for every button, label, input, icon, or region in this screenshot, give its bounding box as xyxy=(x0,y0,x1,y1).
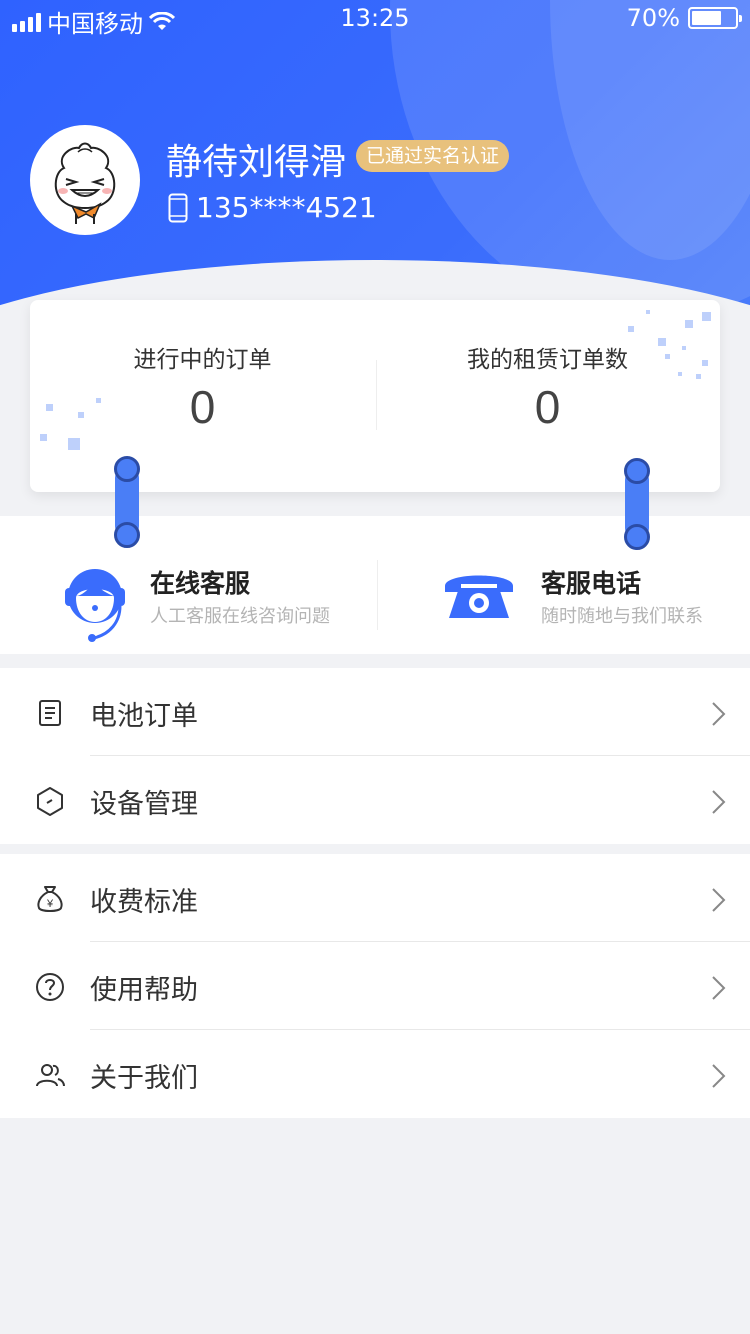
menu-item-battery-orders[interactable]: 电池订单 xyxy=(0,668,750,756)
rental-orders-stat[interactable]: 我的租赁订单数 0 xyxy=(375,300,720,492)
chevron-right-icon xyxy=(712,1064,726,1088)
mobile-phone-icon xyxy=(168,193,188,222)
ongoing-orders-label: 进行中的订单 xyxy=(133,347,272,373)
chevron-right-icon xyxy=(712,702,726,726)
menu-item-device-management[interactable]: 设备管理 xyxy=(0,756,750,844)
online-service-title: 在线客服 xyxy=(150,569,251,598)
ongoing-orders-value: 0 xyxy=(189,381,216,433)
menu-label: 关于我们 xyxy=(90,1063,198,1094)
menu-group-orders: 电池订单 设备管理 xyxy=(0,668,750,844)
menu-group-info: ¥ 收费标准 使用帮助 关于我们 xyxy=(0,854,750,1118)
menu-label: 使用帮助 xyxy=(90,975,198,1006)
card-connector xyxy=(624,458,650,550)
avatar[interactable] xyxy=(30,125,140,235)
chevron-right-icon xyxy=(712,976,726,1000)
chevron-right-icon xyxy=(712,888,726,912)
telephone-icon xyxy=(445,575,513,618)
document-icon xyxy=(39,700,61,726)
menu-label: 电池订单 xyxy=(90,701,198,732)
service-phone-desc: 随时随地与我们联系 xyxy=(541,606,703,627)
ongoing-orders-stat[interactable]: 进行中的订单 0 xyxy=(30,300,375,492)
money-bag-icon: ¥ xyxy=(37,886,63,912)
online-service-button[interactable]: 在线客服 人工客服在线咨询问题 xyxy=(0,516,375,654)
rental-orders-label: 我的租赁订单数 xyxy=(467,347,628,373)
hexagon-icon xyxy=(37,787,63,816)
username: 静待刘得滑 xyxy=(166,142,347,183)
status-bar: 中国移动 13:25 70% xyxy=(0,0,750,38)
chevron-right-icon xyxy=(712,790,726,814)
service-phone-title: 客服电话 xyxy=(541,569,642,598)
menu-item-about-us[interactable]: 关于我们 xyxy=(0,1030,750,1118)
question-icon xyxy=(36,973,64,1001)
service-phone-button[interactable]: 客服电话 随时随地与我们联系 xyxy=(375,516,750,654)
online-service-desc: 人工客服在线咨询问题 xyxy=(150,606,330,627)
verified-badge: 已通过实名认证 xyxy=(356,140,510,172)
avatar-bun-icon xyxy=(54,142,116,224)
battery-icon xyxy=(688,7,742,29)
menu-item-pricing[interactable]: ¥ 收费标准 xyxy=(0,854,750,942)
svg-text:¥: ¥ xyxy=(46,898,54,910)
menu-item-help[interactable]: 使用帮助 xyxy=(0,942,750,1030)
phone-row: 135****4521 xyxy=(168,191,377,224)
menu-label: 收费标准 xyxy=(90,887,198,918)
rental-orders-value: 0 xyxy=(534,381,561,433)
users-icon xyxy=(36,1064,65,1087)
menu-label: 设备管理 xyxy=(90,789,198,820)
battery-percent: 70% xyxy=(626,4,680,32)
phone-number: 135****4521 xyxy=(196,191,377,224)
card-connector xyxy=(114,456,140,548)
headset-agent-icon xyxy=(65,569,125,642)
